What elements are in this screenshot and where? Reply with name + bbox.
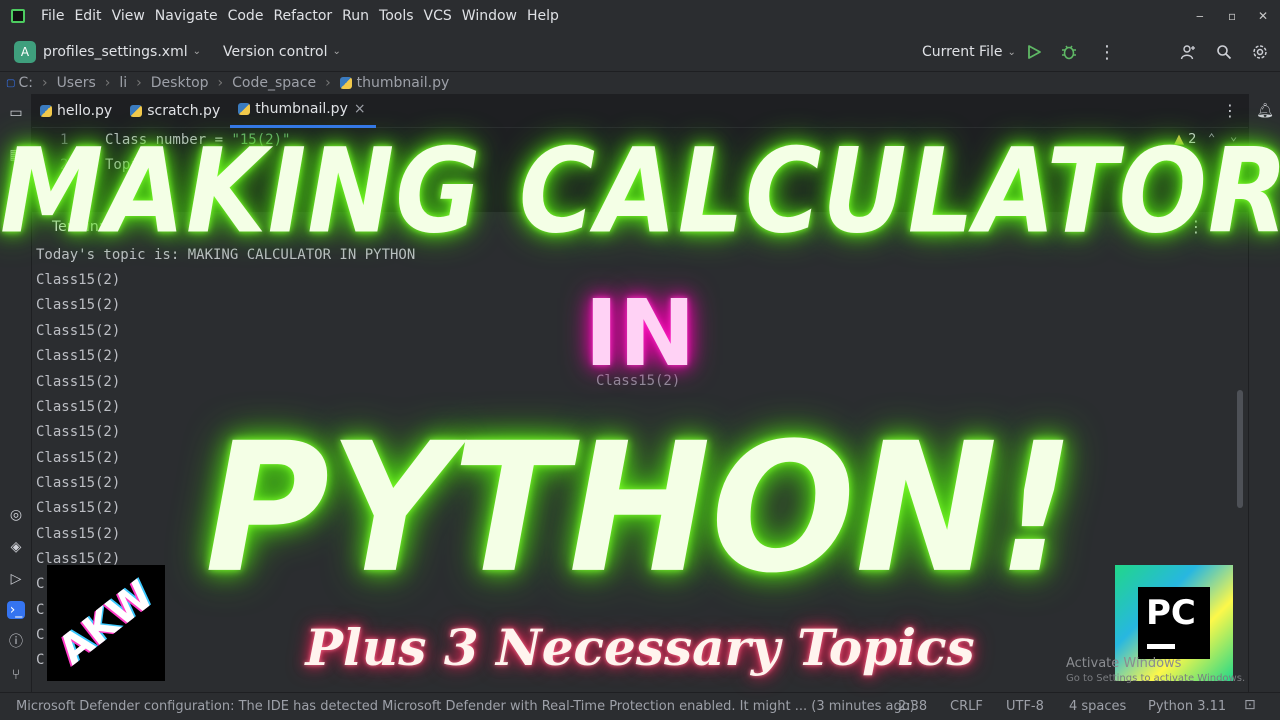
bug-icon (1062, 45, 1076, 60)
main-toolbar: A profiles_settings.xml ⌄ Version contro… (0, 32, 1280, 72)
project-selector[interactable]: profiles_settings.xml (43, 44, 188, 60)
close-icon[interactable]: ✕ (1258, 9, 1268, 23)
tab-label: scratch.py (147, 102, 221, 119)
chevron-right-icon: › (136, 75, 142, 91)
menu-file[interactable]: File (41, 8, 64, 24)
close-tab-icon[interactable]: × (354, 101, 366, 117)
file-encoding[interactable]: UTF-8 (1006, 699, 1044, 714)
chevron-right-icon: › (217, 75, 224, 91)
chevron-down-icon[interactable]: ⌄ (193, 46, 201, 57)
restore-icon[interactable]: ▫ (1228, 9, 1236, 23)
breadcrumb-item[interactable]: li (119, 75, 127, 91)
tab-label: thumbnail.py (255, 101, 348, 117)
caret-position[interactable]: 2:38 (898, 699, 927, 714)
tab-label: hello.py (57, 102, 113, 119)
run-icon (1028, 45, 1041, 59)
akw-logo: AKW (47, 565, 165, 681)
status-bar: Microsoft Defender configuration: The ID… (0, 692, 1280, 720)
breadcrumb: ▢ C: › Users › li › Desktop › Code_space › th… (0, 72, 1280, 94)
chevron-right-icon: › (41, 75, 48, 91)
run-config-group: Current File ⌄ (922, 32, 1016, 72)
settings-button[interactable] (1252, 32, 1268, 72)
akw-logo-text: AKW (50, 572, 162, 674)
chevron-down-icon[interactable]: ⌄ (1007, 47, 1015, 58)
python-file-icon (238, 103, 251, 115)
activate-windows-watermark: Activate Windows (1066, 656, 1182, 671)
minimize-icon[interactable]: ‒ (1196, 9, 1204, 23)
menu-tools[interactable]: Tools (379, 8, 414, 24)
user-add-icon (1180, 45, 1195, 60)
python-file-icon (40, 104, 52, 117)
notifications-icon[interactable]: 🔔︎ (1256, 102, 1274, 120)
breadcrumb-item[interactable]: Users (57, 75, 96, 91)
run-config-selector[interactable]: Current File (922, 44, 1002, 60)
pycharm-logo-mark: PC (1138, 587, 1210, 659)
folder-icon[interactable]: ▭ (7, 104, 25, 122)
line-separator[interactable]: CRLF (950, 699, 983, 714)
thumbnail-in: IN (584, 280, 696, 387)
status-message[interactable]: Microsoft Defender configuration: The ID… (16, 699, 915, 714)
more-vertical-icon: ⋮ (1098, 41, 1116, 63)
chevron-right-icon: › (104, 75, 111, 91)
python-interpreter[interactable]: Python 3.11 (1148, 699, 1226, 714)
thumbnail-title: MAKING CALCULATOR (0, 122, 1280, 260)
breadcrumb-item[interactable]: Code_space (232, 75, 316, 91)
search-button[interactable] (1216, 32, 1232, 72)
project-badge[interactable]: A (14, 40, 36, 63)
thumbnail-python: PYTHON! (204, 405, 1076, 613)
more-actions-button[interactable]: ⋮ (1098, 32, 1116, 72)
run-button[interactable] (1026, 32, 1042, 72)
drive-icon: ▢ (6, 77, 16, 89)
indent-setting[interactable]: 4 spaces (1069, 699, 1126, 714)
account-button[interactable] (1180, 32, 1196, 72)
menu-vcs[interactable]: VCS (424, 8, 452, 24)
menu-bar: File Edit View Navigate Code Refactor Ru… (0, 0, 1280, 32)
menu-navigate[interactable]: Navigate (155, 8, 218, 24)
menu-edit[interactable]: Edit (74, 8, 101, 24)
chevron-down-icon[interactable]: ⌄ (332, 46, 340, 57)
python-file-icon (339, 77, 352, 89)
search-icon (1217, 45, 1232, 60)
python-file-icon (130, 104, 143, 117)
menu-view[interactable]: View (112, 8, 145, 24)
gear-icon (1253, 45, 1267, 59)
activate-windows-hint: Go to Settings to activate Windows. (1066, 673, 1246, 684)
menu-run[interactable]: Run (342, 8, 369, 24)
version-control-menu[interactable]: Version control (223, 44, 327, 60)
menu-help[interactable]: Help (527, 8, 559, 24)
pycharm-app-icon (11, 9, 25, 23)
more-vertical-icon[interactable]: ⋮ (1222, 101, 1238, 120)
lock-icon[interactable]: ⊡ (1244, 697, 1256, 713)
menu-code[interactable]: Code (228, 8, 264, 24)
breadcrumb-item[interactable]: C: (18, 75, 33, 91)
debug-button[interactable] (1060, 32, 1078, 72)
chevron-right-icon: › (325, 75, 331, 91)
menu-refactor[interactable]: Refactor (273, 8, 332, 24)
menu-window[interactable]: Window (462, 8, 517, 24)
breadcrumb-item[interactable]: thumbnail.py (357, 75, 450, 91)
breadcrumb-item[interactable]: Desktop (151, 75, 209, 91)
